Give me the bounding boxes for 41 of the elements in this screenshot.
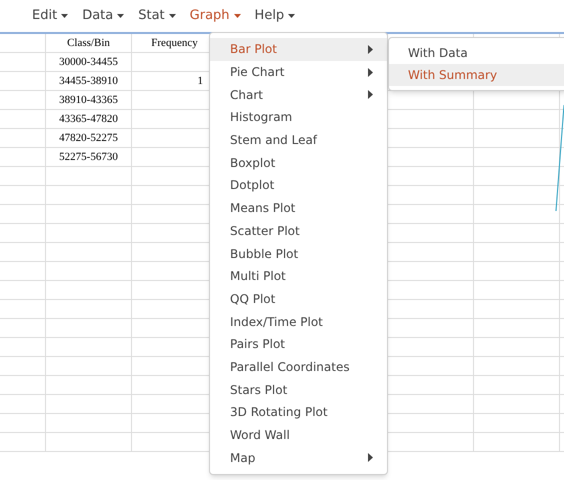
dropdown-item[interactable]: Index/Time Plot — [210, 310, 387, 333]
menu-item[interactable]: Edit — [32, 6, 68, 26]
column-header: Frequency — [151, 37, 198, 49]
dropdown-item[interactable]: Bar Plot — [210, 38, 387, 61]
menu-item[interactable]: Help — [254, 6, 296, 26]
dropdown-item[interactable]: Histogram — [210, 106, 387, 129]
dropdown-item[interactable]: Bubble Plot — [210, 242, 387, 265]
dropdown-item[interactable]: Stem and Leaf — [210, 128, 387, 152]
dropdown-item[interactable]: Multi Plot — [210, 264, 387, 288]
table-cell: 1 — [198, 75, 203, 87]
table-cell: 30000-34455 — [59, 56, 118, 68]
menu-item[interactable]: Stat — [138, 6, 176, 26]
table-cell: 38910-43365 — [59, 94, 118, 106]
dropdown-item[interactable]: Pairs Plot — [210, 332, 387, 356]
table-cell: 34455-38910 — [59, 75, 118, 87]
menu-item[interactable]: Data — [82, 6, 124, 26]
dropdown-item[interactable]: Pie Chart — [210, 60, 387, 84]
caret-icon — [61, 14, 68, 18]
dropdown-item[interactable]: Dotplot — [210, 174, 387, 197]
column-header: Class/Bin — [67, 37, 110, 49]
chart-line-icon — [555, 105, 564, 211]
dropdown-item[interactable]: Chart — [210, 83, 387, 106]
dropdown-item[interactable]: Scatter Plot — [210, 220, 387, 242]
dropdown-item[interactable]: Parallel Coordinates — [210, 356, 387, 378]
caret-icon — [117, 14, 124, 18]
dropdown-item[interactable]: Stars Plot — [210, 378, 387, 401]
dropdown-item[interactable]: 3D Rotating Plot — [210, 401, 387, 424]
dropdown-item[interactable]: Map — [210, 446, 387, 470]
submenu-item[interactable]: With Summary — [389, 64, 564, 86]
dropdown-item[interactable]: Means Plot — [210, 196, 387, 220]
caret-icon — [288, 14, 296, 18]
table-cell: 47820-52275 — [59, 132, 118, 144]
dropdown-item[interactable]: Boxplot — [210, 151, 387, 174]
dropdown-item[interactable]: Word Wall — [210, 424, 387, 446]
dropdown-item[interactable]: QQ Plot — [210, 288, 387, 310]
table-cell: 52275-56730 — [59, 151, 118, 163]
caret-icon — [234, 14, 241, 18]
caret-icon — [168, 14, 176, 18]
submenu-item[interactable]: With Data — [389, 42, 564, 64]
table-cell: 43365-47820 — [59, 113, 118, 125]
menu-item[interactable]: Graph — [190, 6, 241, 26]
